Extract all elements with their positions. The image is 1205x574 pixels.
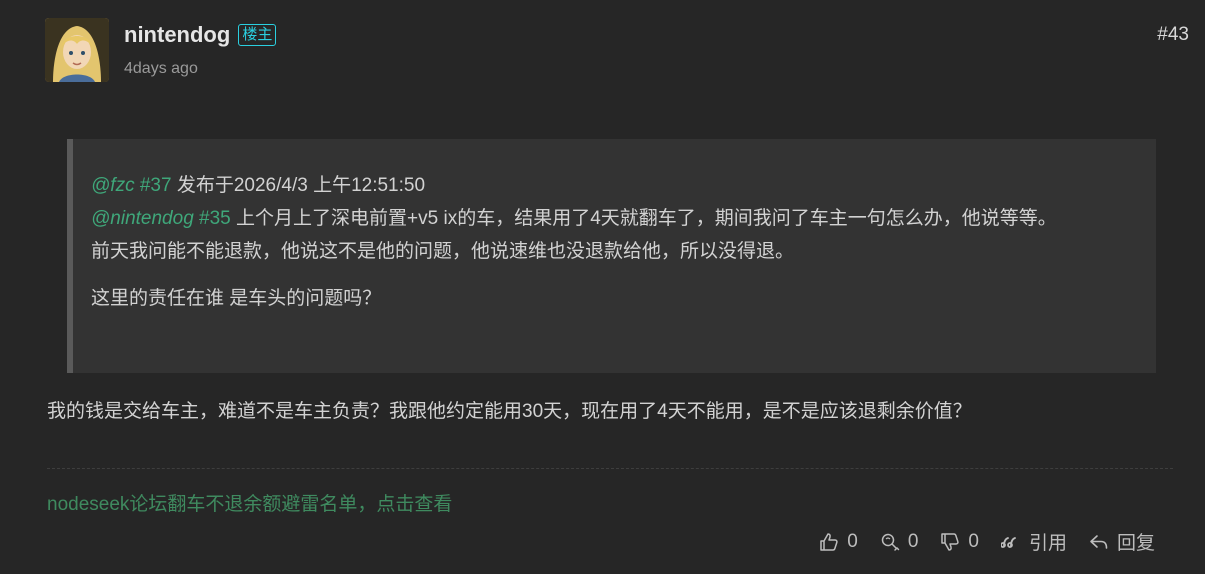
like-button[interactable]: 0 <box>819 531 858 553</box>
author-name-link[interactable]: nintendog <box>124 22 230 48</box>
thumbs-up-icon <box>820 532 838 551</box>
post-number-link[interactable]: #43 <box>1157 24 1189 46</box>
signature-divider <box>47 468 1173 469</box>
like-count: 0 <box>847 530 858 552</box>
post-time: 4days ago <box>124 60 198 77</box>
quote-text: 上个月上了深电前置+v5 ix的车，结果用了4天就翻车了，期间我问了车主一句怎么… <box>236 208 1057 229</box>
reply-button[interactable]: 回复 <box>1089 528 1155 555</box>
quote-line-1: @fzc #37 发布于2026/4/3 上午12:51:50 <box>91 169 1136 202</box>
avatar[interactable] <box>45 18 109 82</box>
quote-label: 引用 <box>1028 533 1067 554</box>
thumbs-down-icon <box>941 532 960 551</box>
quote-icon <box>1000 536 1016 548</box>
quote-block: @fzc #37 发布于2026/4/3 上午12:51:50 @nintend… <box>67 139 1156 373</box>
forum-post: nintendog 楼主 4days ago #43 @fzc #37 发布于2… <box>0 0 1205 574</box>
quote-button[interactable]: 引用 <box>1000 528 1067 555</box>
dislike-button[interactable]: 0 <box>940 531 979 553</box>
signature-link[interactable]: nodeseek论坛翻车不退余额避雷名单，点击查看 <box>47 489 452 516</box>
mention-link[interactable]: @fzc <box>91 175 135 196</box>
quote-text: 发布于2026/4/3 上午12:51:50 <box>176 175 426 196</box>
post-ref-link[interactable]: #35 <box>199 208 231 229</box>
quote-line-3: 前天我问能不能退款，他说这不是他的问题，他说速维也没退款给他，所以没得退。 <box>91 241 795 262</box>
quote-line-2: @nintendog #35 上个月上了深电前置+v5 ix的车，结果用了4天就… <box>91 202 1136 235</box>
dislike-count: 0 <box>968 530 979 552</box>
reply-label: 回复 <box>1116 533 1155 554</box>
reply-icon <box>1090 534 1108 549</box>
chicken-leg-button[interactable]: 0 <box>880 530 919 553</box>
author-line: nintendog 楼主 <box>124 22 277 48</box>
reply-body: 我的钱是交给车主，难道不是车主负责？我跟他约定能用30天，现在用了4天不能用，是… <box>47 401 972 422</box>
quote-line-4: 这里的责任在谁 是车头的问题吗？ <box>91 288 382 309</box>
op-badge: 楼主 <box>238 24 277 46</box>
mention-link[interactable]: @nintendog <box>91 208 194 229</box>
post-ref-link[interactable]: #37 <box>140 175 172 196</box>
chicken-leg-count: 0 <box>907 530 919 552</box>
chicken-leg-icon <box>881 533 900 551</box>
avatar-image <box>45 18 109 82</box>
post-actions: 0 0 0 引用 回复 <box>797 528 1155 555</box>
